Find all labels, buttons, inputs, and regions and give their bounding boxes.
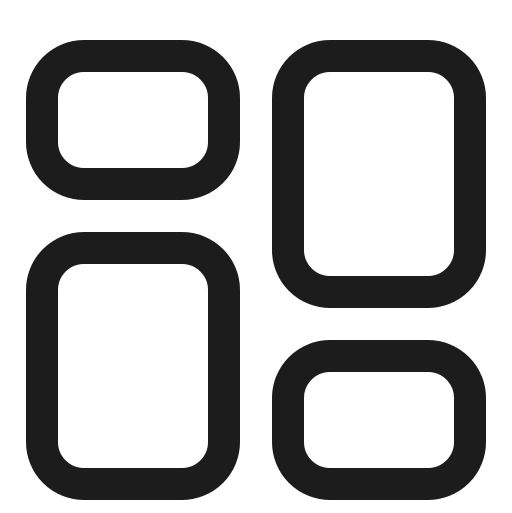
grid-tile-top-right bbox=[272, 40, 486, 308]
grid-tile-bottom-right bbox=[272, 340, 486, 500]
dashboard-grid-icon bbox=[0, 0, 512, 513]
grid-tile-top-left bbox=[26, 40, 240, 200]
grid-tile-bottom-left bbox=[26, 232, 240, 500]
